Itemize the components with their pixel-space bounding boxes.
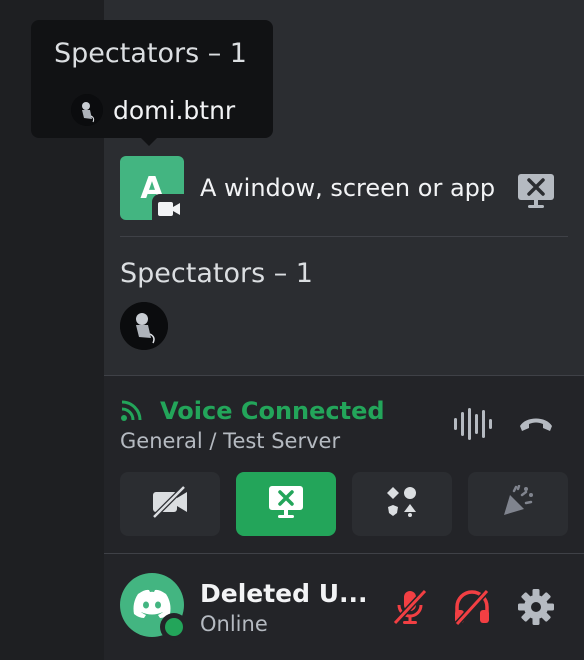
stop-streaming-icon[interactable] <box>516 172 556 214</box>
activities-icon <box>385 485 419 523</box>
activities-button[interactable] <box>352 472 452 536</box>
tooltip-user-row: domi.btnr <box>71 94 235 126</box>
tooltip-username: domi.btnr <box>113 95 236 125</box>
stream-avatar: A <box>120 156 186 224</box>
mute-microphone-icon[interactable] <box>390 588 430 630</box>
stream-row[interactable]: A A window, screen or app <box>120 156 560 224</box>
online-dot <box>165 618 183 636</box>
spectator-avatar[interactable] <box>120 302 168 350</box>
voice-status: Voice Connected <box>120 396 385 426</box>
user-name[interactable]: Deleted U... <box>200 579 368 608</box>
camera-icon <box>152 194 186 224</box>
divider <box>120 236 568 237</box>
settings-gear-icon[interactable] <box>516 588 556 630</box>
soundboard-button[interactable] <box>468 472 568 536</box>
signal-icon <box>120 396 150 426</box>
voice-channel-name[interactable]: General / Test Server <box>120 429 340 453</box>
camera-off-icon <box>150 485 190 523</box>
voice-status-label[interactable]: Voice Connected <box>160 397 385 425</box>
spectator-avatar-small <box>71 94 103 126</box>
disconnect-icon[interactable] <box>516 412 556 440</box>
camera-button[interactable] <box>120 472 220 536</box>
user-status: Online <box>200 612 268 636</box>
spectators-heading: Spectators – 1 <box>120 258 313 289</box>
noise-suppression-icon[interactable] <box>452 406 492 446</box>
stream-label: A window, screen or app <box>200 174 496 202</box>
deafen-headphones-icon[interactable] <box>452 588 492 630</box>
screen-share-stop-icon <box>267 484 305 524</box>
online-status-indicator <box>160 613 188 641</box>
soundboard-icon <box>500 484 536 523</box>
screen-share-button[interactable] <box>236 472 336 536</box>
tooltip-title: Spectators – 1 <box>54 38 247 69</box>
spectators-tooltip: Spectators – 1 domi.btnr <box>31 20 273 146</box>
